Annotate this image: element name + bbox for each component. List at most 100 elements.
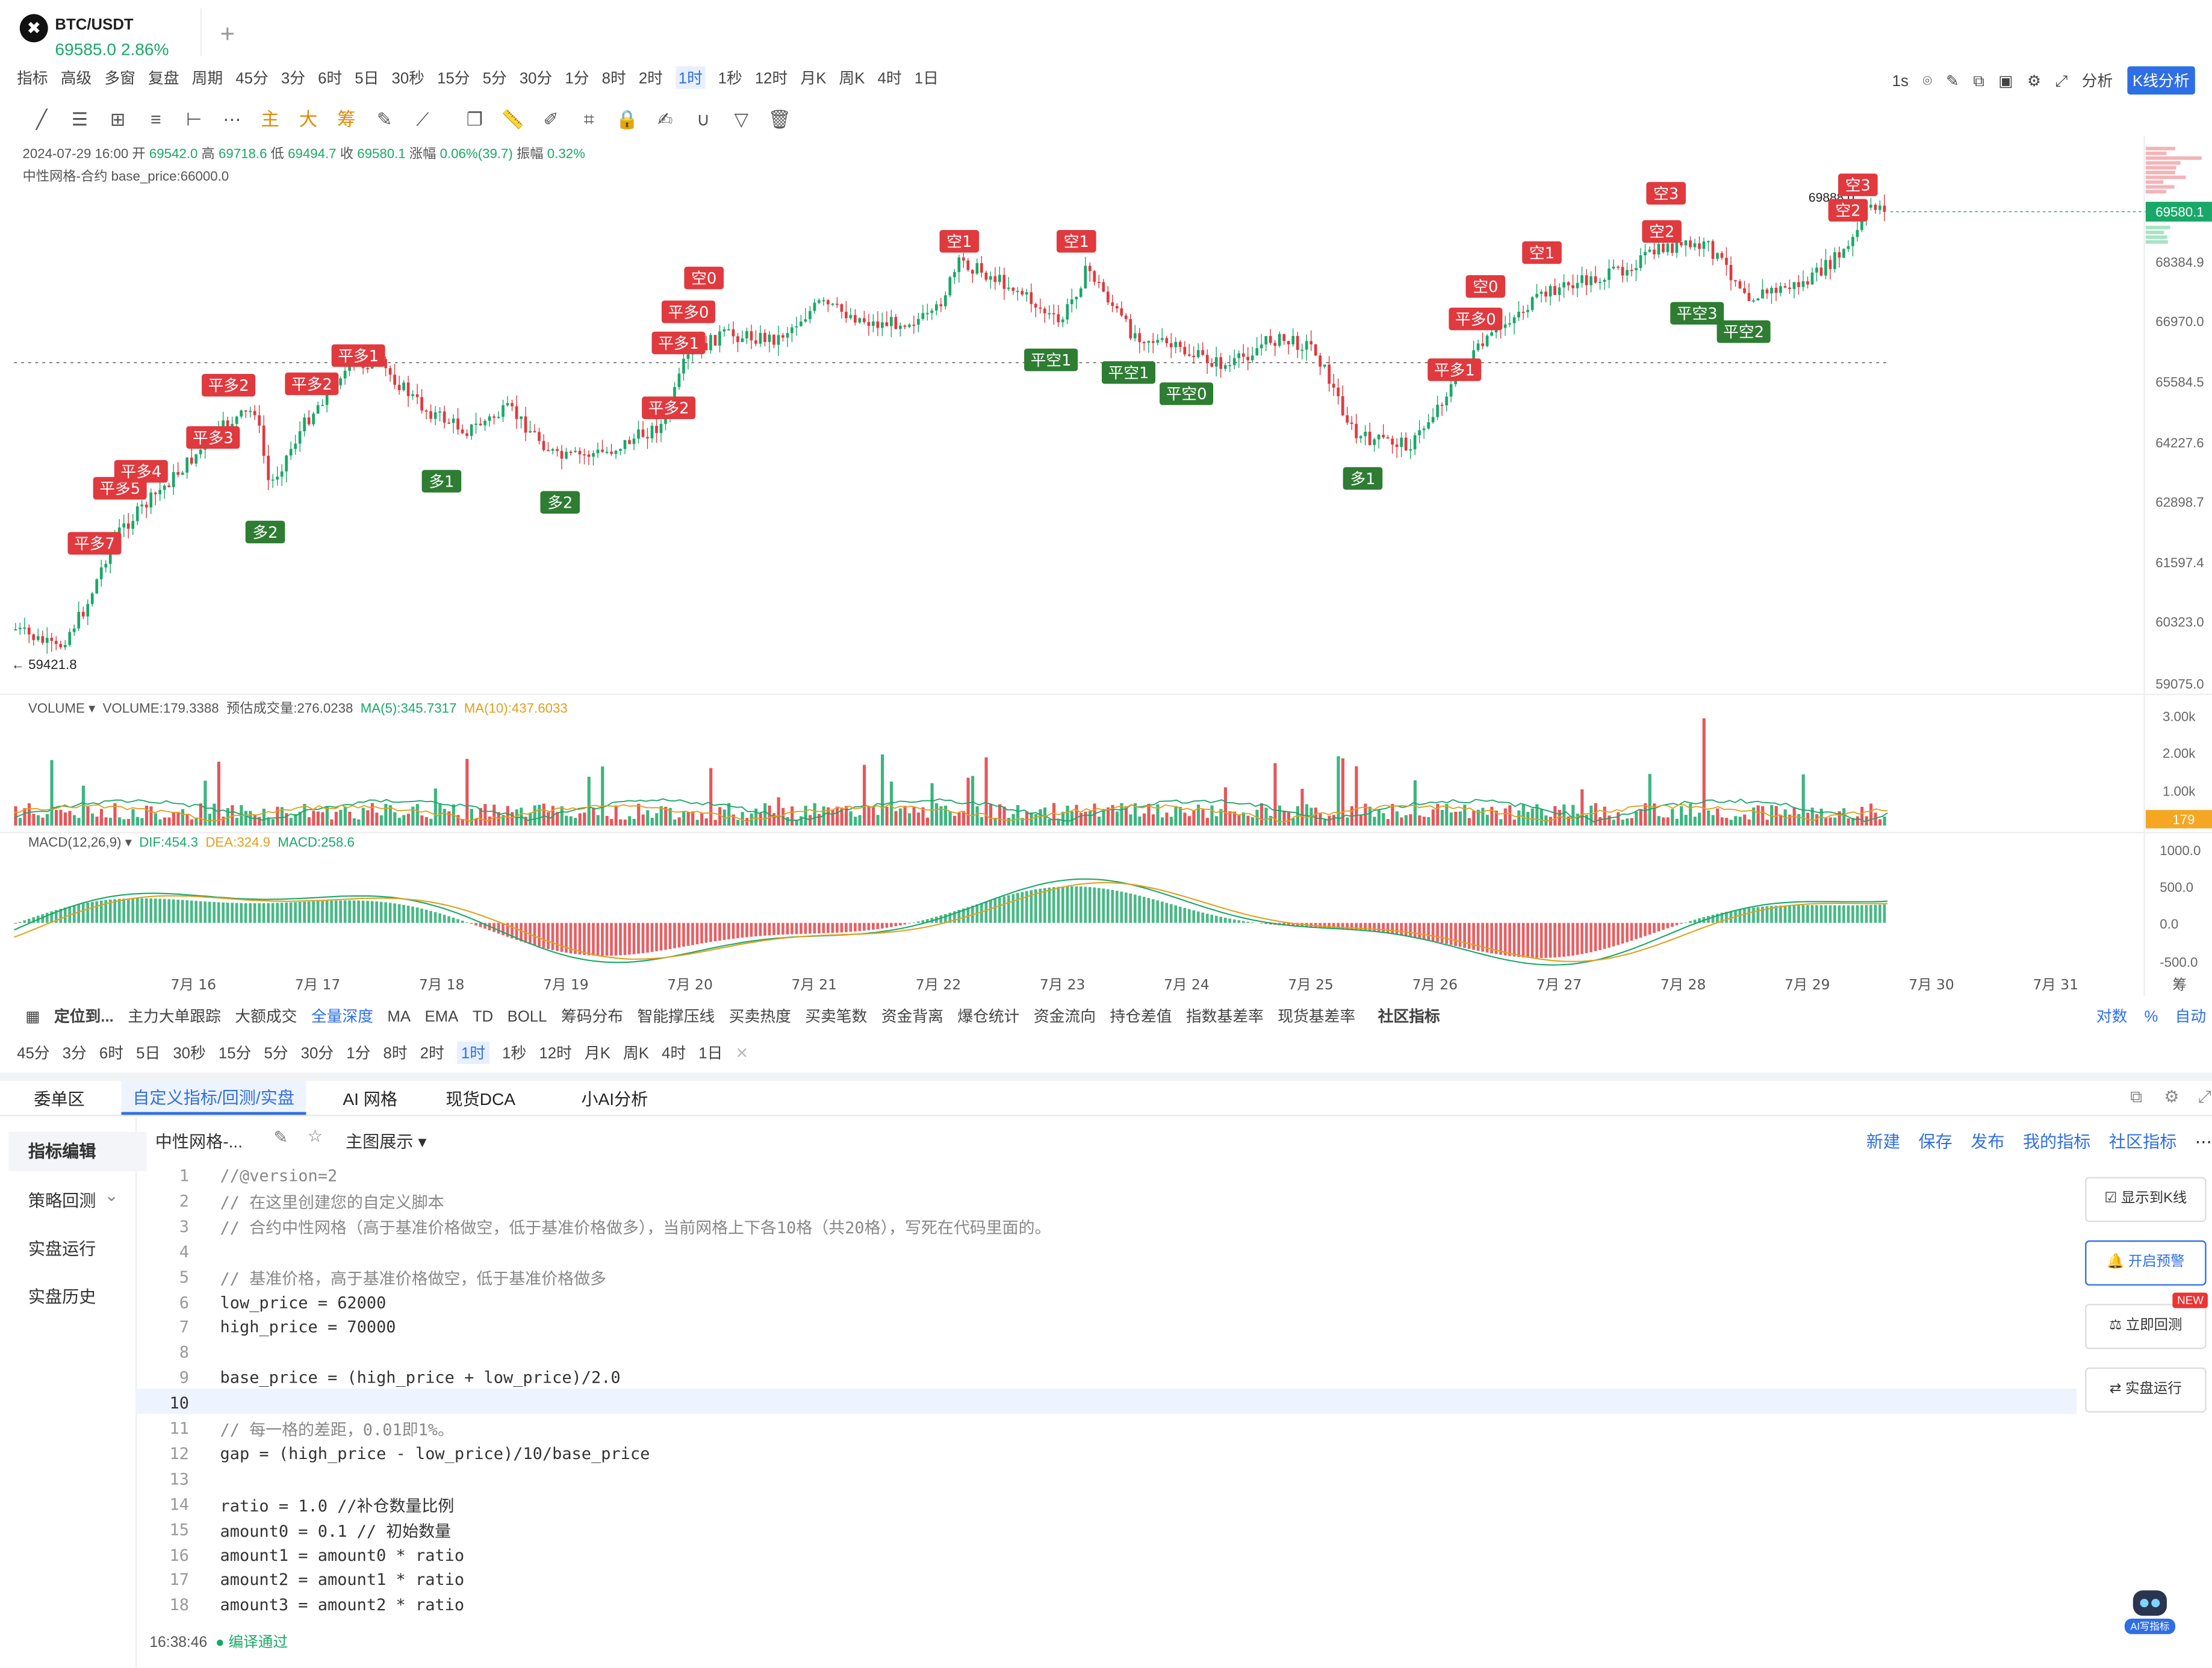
- sidebar-item[interactable]: 实盘运行: [28, 1236, 96, 1260]
- period-item[interactable]: 45分: [17, 1042, 49, 1064]
- indicator-item[interactable]: 爆仓统计: [957, 1005, 1019, 1027]
- indicator-item[interactable]: 买卖笔数: [805, 1005, 867, 1027]
- kline-chart[interactable]: 69580.1 68384.9 66970.0 65584.5 64227.6 62898…: [0, 0, 2212, 1005]
- indicator-item[interactable]: 资金背离: [881, 1005, 943, 1027]
- volume-bar: [1508, 805, 1512, 826]
- scale-option[interactable]: %: [2145, 1009, 2158, 1026]
- code-line[interactable]: amount2 = amount1 * ratio: [220, 1570, 465, 1590]
- right-action-button[interactable]: ⚖ 立即回测 NEW: [2085, 1292, 2208, 1349]
- indicator-item[interactable]: 筹码分布: [561, 1005, 623, 1027]
- period-item[interactable]: 1日: [698, 1042, 722, 1064]
- sidebar-item[interactable]: 策略回测: [28, 1188, 96, 1212]
- period-item[interactable]: 3分: [63, 1042, 87, 1064]
- indicator-item[interactable]: BOLL: [508, 1009, 547, 1026]
- code-line[interactable]: base_price = (high_price + low_price)/2.…: [220, 1368, 621, 1387]
- code-line[interactable]: amount1 = amount0 * ratio: [220, 1545, 465, 1564]
- sidebar-item[interactable]: 指标编辑: [8, 1131, 147, 1172]
- period-item[interactable]: 6时: [99, 1042, 123, 1064]
- indicator-item[interactable]: 全量深度: [311, 1005, 373, 1027]
- rename-icon[interactable]: ✎: [274, 1127, 288, 1147]
- indicator-item[interactable]: 资金流向: [1034, 1005, 1096, 1027]
- candle-body: [1621, 267, 1624, 276]
- indicator-item[interactable]: EMA: [424, 1009, 458, 1026]
- panel-tab[interactable]: 自定义指标/回测/实盘: [121, 1081, 306, 1115]
- close-icon[interactable]: ✕: [735, 1044, 748, 1063]
- period-item[interactable]: 5日: [136, 1042, 160, 1064]
- calendar-icon[interactable]: ▦: [25, 1007, 40, 1026]
- code-line[interactable]: gap = (high_price - low_price)/10/base_p…: [220, 1443, 650, 1463]
- right-action-button[interactable]: ☑ 显示到K线: [2085, 1177, 2207, 1222]
- period-item[interactable]: 4时: [662, 1042, 686, 1064]
- period-item[interactable]: 月K: [585, 1042, 610, 1064]
- candle-body: [709, 335, 712, 350]
- period-item[interactable]: 1时: [456, 1041, 490, 1064]
- candle-body: [971, 270, 974, 274]
- candle-body: [1088, 266, 1092, 272]
- code-line[interactable]: // 合约中性网格（高于基准价格做空，低于基准价格做多），当前网格上下各10格（…: [220, 1216, 1051, 1239]
- panel-tab[interactable]: AI 网格: [343, 1086, 397, 1110]
- indicator-item[interactable]: 主力大单跟踪: [128, 1005, 221, 1027]
- code-line[interactable]: // 每一格的差距，0.01即1%。: [220, 1418, 455, 1440]
- code-line[interactable]: high_price = 70000: [220, 1317, 396, 1337]
- scale-option[interactable]: 对数: [2096, 1005, 2128, 1027]
- code-line[interactable]: // 在这里创建您的自定义脚本: [220, 1191, 444, 1213]
- code-line[interactable]: low_price = 62000: [220, 1292, 387, 1312]
- settings-icon[interactable]: ⚙: [2164, 1086, 2179, 1106]
- code-line[interactable]: ratio = 1.0 //补仓数量比例: [220, 1494, 455, 1516]
- script-name[interactable]: 中性网格-...: [155, 1129, 243, 1153]
- panel-tab[interactable]: 现货DCA: [446, 1086, 515, 1110]
- period-item[interactable]: 周K: [623, 1042, 649, 1064]
- period-item[interactable]: 8时: [383, 1042, 407, 1064]
- editor-action[interactable]: 社区指标: [2109, 1131, 2177, 1151]
- indicator-item[interactable]: 持仓差值: [1110, 1005, 1172, 1027]
- code-line[interactable]: amount3 = amount2 * ratio: [220, 1595, 465, 1615]
- macd-bar: [235, 903, 238, 923]
- code-line[interactable]: // 基准价格，高于基准价格做空，低于基准价格做多: [220, 1267, 606, 1289]
- code-line[interactable]: //@version=2: [220, 1166, 338, 1186]
- display-mode-select[interactable]: 主图展示 ▾: [346, 1129, 426, 1153]
- period-item[interactable]: 1分: [346, 1042, 370, 1064]
- ai-assistant-button[interactable]: AI写指标: [2124, 1586, 2176, 1637]
- period-item[interactable]: 1秒: [502, 1042, 526, 1064]
- indicator-item[interactable]: TD: [473, 1009, 493, 1026]
- volume-bar: [1499, 819, 1503, 826]
- panel-divider[interactable]: [0, 1072, 2212, 1081]
- indicator-item[interactable]: 智能撑压线: [637, 1005, 715, 1027]
- panel-tab[interactable]: 委单区: [34, 1086, 84, 1110]
- indicator-item[interactable]: 现货基差率: [1278, 1005, 1355, 1027]
- popout-icon[interactable]: ⤢: [2198, 1086, 2212, 1107]
- sidebar-item[interactable]: 实盘历史: [28, 1284, 96, 1309]
- star-icon[interactable]: ☆: [308, 1126, 323, 1146]
- panel-tab[interactable]: 小AI分析: [581, 1086, 648, 1110]
- period-item[interactable]: 12时: [539, 1042, 571, 1064]
- volume-bar: [1824, 817, 1828, 826]
- more-icon[interactable]: ⋯: [2195, 1131, 2212, 1151]
- right-action-button[interactable]: 🔔 开启预警: [2085, 1240, 2207, 1286]
- indicator-item[interactable]: 指数基差率: [1186, 1005, 1264, 1027]
- volume-bar: [1467, 818, 1471, 826]
- indicator-item[interactable]: 大额成交: [235, 1005, 297, 1027]
- period-item[interactable]: 2时: [420, 1042, 444, 1064]
- editor-action[interactable]: 新建: [1866, 1131, 1900, 1151]
- volume-bar: [804, 806, 807, 826]
- editor-action[interactable]: 保存: [1918, 1131, 1952, 1151]
- community-indicators[interactable]: 社区指标: [1378, 1005, 1440, 1027]
- editor-action[interactable]: 我的指标: [2023, 1131, 2091, 1151]
- macd-bar: [646, 923, 649, 953]
- period-item[interactable]: 30分: [301, 1042, 334, 1064]
- period-item[interactable]: 15分: [219, 1042, 251, 1064]
- editor-action[interactable]: 发布: [1971, 1131, 2004, 1151]
- scale-option[interactable]: 自动: [2175, 1005, 2207, 1027]
- code-line[interactable]: amount0 = 0.1 // 初始数量: [220, 1519, 452, 1542]
- period-item[interactable]: 30秒: [173, 1042, 205, 1064]
- candle-body: [244, 410, 247, 412]
- period-item[interactable]: 5分: [264, 1042, 288, 1064]
- indicator-item[interactable]: 买卖热度: [729, 1005, 791, 1027]
- macd-bar: [1373, 923, 1376, 932]
- right-action-button[interactable]: ⇄ 实盘运行: [2085, 1367, 2207, 1413]
- volume-bar: [1711, 815, 1715, 826]
- locate-button[interactable]: 定位到...: [54, 1005, 114, 1027]
- code-editor[interactable]: 1 //@version=2 2 // 在这里创建您的自定义脚本 3 // 合约中性网格（…: [135, 1163, 2077, 1620]
- expand-icon[interactable]: ⧉: [2130, 1086, 2142, 1107]
- indicator-item[interactable]: MA: [387, 1009, 411, 1026]
